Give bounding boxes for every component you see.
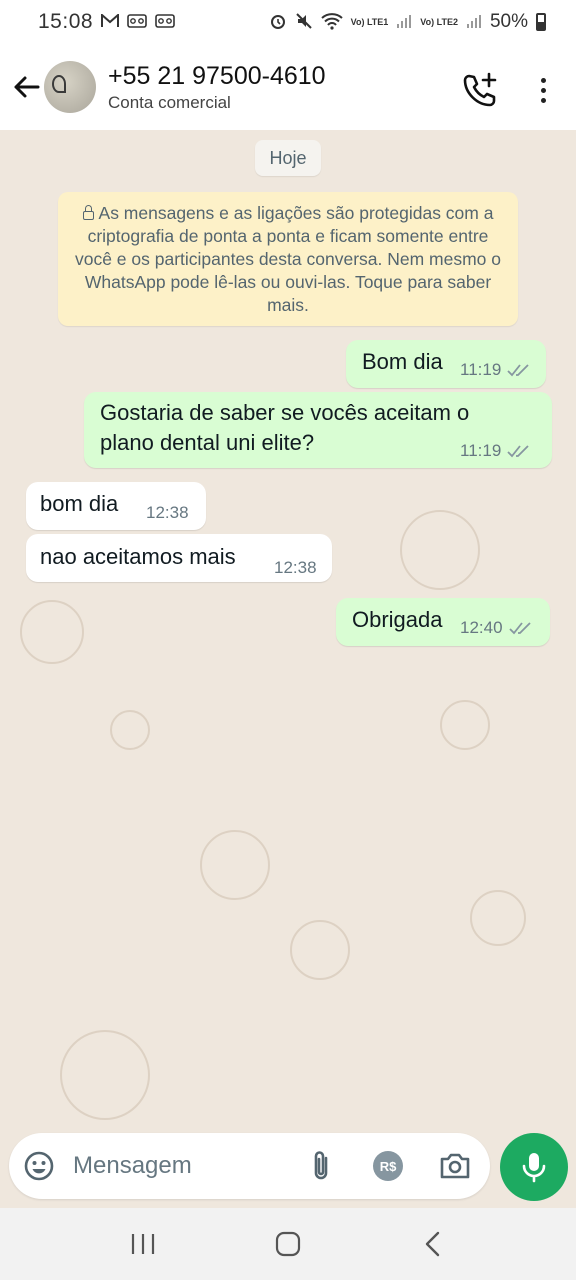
message-text: nao aceitamos mais — [40, 544, 236, 569]
lte2-label: Vo) LTE2 — [420, 16, 458, 27]
wallpaper-doodle — [60, 1030, 150, 1120]
attach-button[interactable] — [307, 1149, 335, 1183]
contact-subtitle: Conta comercial — [108, 93, 231, 112]
battery-percent: 50% — [489, 11, 528, 32]
alarm-icon — [269, 12, 287, 32]
more-vert-dot — [540, 97, 546, 103]
message-meta: 12:38 — [146, 503, 189, 523]
message-bubble-incoming[interactable]: nao aceitamos mais 12:38 — [26, 534, 332, 582]
back-button[interactable] — [4, 57, 48, 117]
paperclip-icon — [314, 1151, 328, 1180]
status-time: 15:08 — [38, 10, 94, 33]
contact-info[interactable]: +55 21 97500-4610 Conta comercial — [108, 61, 326, 113]
wallpaper-doodle — [20, 600, 84, 664]
double-check-icon — [507, 445, 529, 458]
voicemail-icon — [155, 14, 175, 30]
chat-area[interactable]: Hoje As mensagens e as ligações são prot… — [0, 130, 576, 1208]
message-text: bom dia — [40, 491, 119, 516]
battery-icon — [536, 13, 546, 31]
home-button[interactable] — [268, 1224, 308, 1264]
message-text: Obrigada — [352, 607, 443, 632]
wallpaper-doodle — [440, 700, 490, 750]
encryption-notice[interactable]: As mensagens e as ligações são protegida… — [58, 192, 518, 326]
camera-button[interactable] — [439, 1151, 471, 1181]
more-options-button[interactable] — [530, 70, 556, 110]
chevron-left-icon — [426, 1231, 440, 1257]
add-call-button[interactable] — [460, 70, 500, 110]
message-time: 12:40 — [460, 618, 503, 637]
nav-back-button[interactable] — [413, 1224, 453, 1264]
double-check-icon — [507, 364, 529, 377]
payment-button[interactable]: R$ — [373, 1151, 403, 1181]
lte1-label: Vo) LTE1 — [350, 16, 389, 27]
message-input[interactable] — [73, 1133, 293, 1199]
wifi-icon — [320, 12, 343, 32]
more-vert-icon — [540, 77, 546, 83]
message-meta: 11:19 — [460, 360, 531, 380]
contact-name: +55 21 97500-4610 — [108, 62, 326, 90]
message-meta: 12:38 — [274, 558, 317, 578]
signal-icon — [466, 13, 482, 31]
message-text: Gostaria de saber se vocês aceitam o pla… — [100, 400, 470, 455]
chat-header: +55 21 97500-4610 Conta comercial — [0, 44, 576, 130]
add-call-icon — [463, 72, 497, 107]
voicemail-icon — [127, 14, 147, 30]
voice-record-button[interactable] — [500, 1133, 568, 1201]
gmail-icon — [101, 12, 120, 30]
signal-icon — [396, 13, 412, 31]
date-chip: Hoje — [255, 140, 321, 176]
message-time: 12:38 — [146, 503, 189, 522]
mute-icon — [295, 12, 313, 32]
message-bubble-outgoing[interactable]: Bom dia 11:19 — [346, 340, 546, 388]
message-bubble-outgoing[interactable]: Obrigada 12:40 — [336, 598, 550, 646]
lock-icon — [82, 205, 94, 220]
encryption-notice-text: As mensagens e as ligações são protegida… — [74, 203, 502, 315]
message-meta: 12:40 — [460, 618, 533, 638]
double-check-icon — [508, 622, 531, 635]
status-bar: 15:08 Vo) LTE1 Vo) LTE2 50% — [0, 0, 576, 44]
message-bubble-incoming[interactable]: bom dia 12:38 — [26, 482, 206, 530]
wallpaper-doodle — [110, 710, 150, 750]
emoji-icon — [24, 1151, 54, 1181]
message-meta: 11:19 — [460, 441, 531, 461]
avatar[interactable] — [44, 61, 96, 113]
message-bubble-outgoing[interactable]: Gostaria de saber se vocês aceitam o pla… — [84, 392, 552, 468]
wallpaper-doodle — [400, 510, 480, 590]
wallpaper-doodle — [470, 890, 526, 946]
message-text: Bom dia — [362, 349, 443, 374]
message-time: 11:19 — [460, 441, 502, 460]
message-input-bar: R$ — [9, 1133, 490, 1199]
wallpaper-doodle — [290, 920, 350, 980]
recent-apps-icon — [131, 1234, 154, 1254]
mic-icon — [522, 1153, 546, 1183]
message-time: 12:38 — [274, 558, 317, 577]
camera-icon — [440, 1153, 470, 1179]
arrow-left-icon — [14, 76, 40, 98]
home-icon — [275, 1231, 301, 1257]
message-time: 11:19 — [460, 360, 502, 379]
wallpaper-doodle — [200, 830, 270, 900]
more-vert-dot — [540, 87, 546, 93]
system-nav-bar — [0, 1208, 576, 1280]
emoji-button[interactable] — [23, 1150, 55, 1182]
recent-apps-button[interactable] — [123, 1224, 163, 1264]
